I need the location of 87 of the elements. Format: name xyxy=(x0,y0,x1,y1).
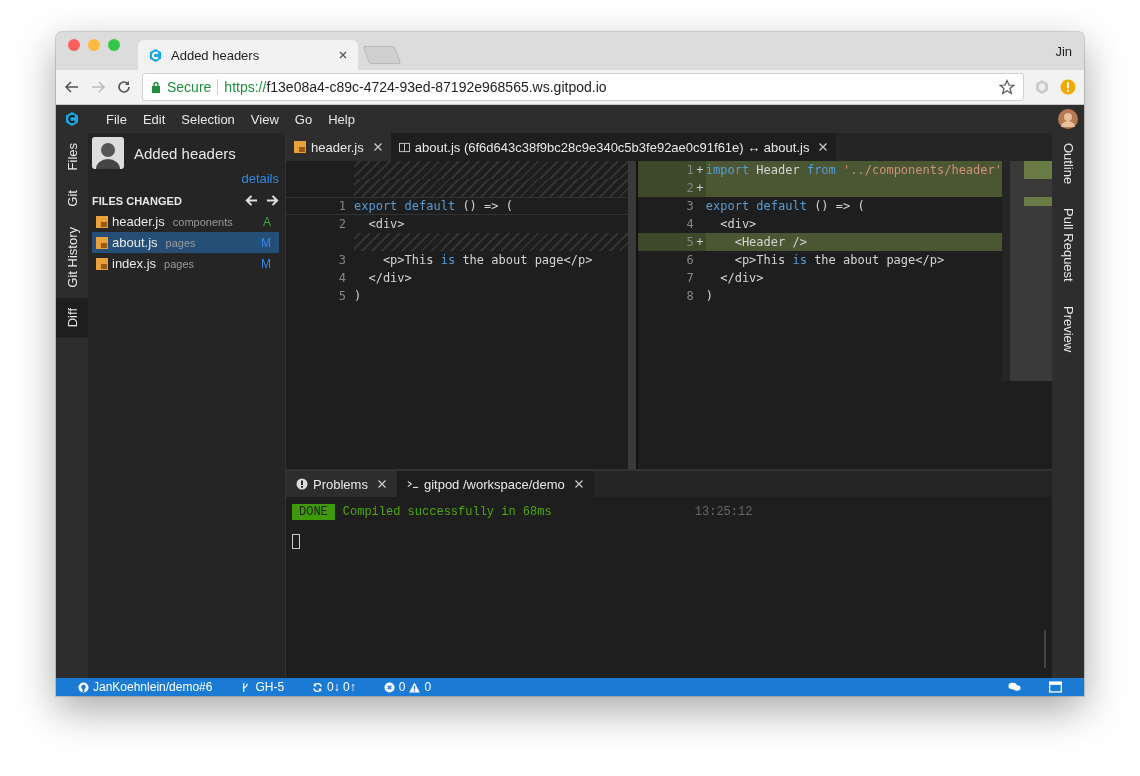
line-number: 4 xyxy=(686,217,694,231)
scrollbar[interactable] xyxy=(627,161,636,469)
line-number: 2 xyxy=(338,217,346,231)
problems-status[interactable]: 0 0 xyxy=(383,680,432,694)
side-tab[interactable]: Git xyxy=(56,180,88,218)
warning-icon xyxy=(409,681,421,693)
code-line: ) xyxy=(705,289,713,303)
menu-item[interactable]: View xyxy=(242,111,287,127)
js-file-icon xyxy=(96,236,108,249)
branch-status[interactable]: GH-5 xyxy=(240,680,285,694)
code-line: <p>This is the about page</p> xyxy=(733,253,945,267)
menu-item[interactable]: File xyxy=(98,111,135,127)
done-badge: DONE xyxy=(292,504,335,520)
added-marker: + xyxy=(696,235,704,249)
menu-item[interactable]: Go xyxy=(286,111,321,127)
section-title: FILES CHANGED xyxy=(92,194,183,207)
panel-tab[interactable]: Problems xyxy=(286,471,397,497)
error-icon xyxy=(383,681,395,693)
panel-toggle-icon[interactable] xyxy=(1049,681,1062,693)
menu-item[interactable]: Help xyxy=(320,111,363,127)
left-arrow-icon[interactable] xyxy=(245,194,258,207)
code-line: </div> xyxy=(367,271,412,285)
code-line: <div> xyxy=(719,217,757,231)
hexagon-logo-icon[interactable] xyxy=(64,111,80,127)
info-icon xyxy=(296,478,308,490)
terminal-message: Compiled successfully in 68ms xyxy=(342,505,553,519)
changed-file-row[interactable]: index.js pages M xyxy=(92,253,279,274)
sync-status[interactable]: 0↓ 0↑ xyxy=(312,680,356,694)
side-tab[interactable]: Files xyxy=(56,133,88,181)
close-icon[interactable] xyxy=(338,50,348,60)
github-icon xyxy=(78,681,89,693)
editor-tab[interactable]: header.js xyxy=(286,133,391,161)
line-number: 3 xyxy=(338,253,346,267)
line-number: 5 xyxy=(338,289,346,303)
menu-item[interactable]: Selection xyxy=(173,111,243,127)
line-number: 3 xyxy=(686,199,694,213)
code-line: ) xyxy=(354,289,362,303)
profile-name[interactable]: Jin xyxy=(1055,44,1072,59)
side-tab[interactable]: Diff xyxy=(56,297,88,337)
right-arrow-icon[interactable] xyxy=(266,194,279,207)
line-number: 8 xyxy=(686,289,694,303)
repository-status[interactable]: JanKoehnlein/demo#6 xyxy=(78,680,213,694)
line-number: 7 xyxy=(686,271,694,285)
chat-icon[interactable] xyxy=(1008,681,1021,693)
details-link[interactable]: details xyxy=(241,171,279,186)
address-bar[interactable]: Secure https://f13e08a4-c89c-4724-93ed-87192e968565.ws.gitpod.io xyxy=(142,73,1024,101)
line-number: 2 xyxy=(686,181,694,195)
changed-file-row[interactable]: header.js components A xyxy=(92,211,279,232)
reload-icon[interactable] xyxy=(116,79,132,95)
code-line: <div> xyxy=(367,217,405,231)
line-number: 1 xyxy=(686,163,694,177)
line-number: 6 xyxy=(686,253,694,267)
terminal-cursor xyxy=(292,534,300,549)
code-line: </div> xyxy=(719,271,764,285)
avatar xyxy=(92,137,124,169)
editor-tab[interactable]: about.js (6f6d643c38f9bc28c9e340c5b3fe92ae0c91f61e) ↔ about.js xyxy=(390,133,837,161)
code-line: <Header /> xyxy=(733,235,807,249)
panel-tab[interactable]: gitpod /workspace/demo xyxy=(396,471,594,497)
js-file-icon xyxy=(96,257,108,270)
timestamp: 13:25:12 xyxy=(694,505,753,519)
added-marker: + xyxy=(696,181,704,195)
lock-icon xyxy=(151,81,161,93)
browser-tab[interactable]: Added headers xyxy=(138,40,358,70)
side-tab[interactable]: Pull Request xyxy=(1052,198,1084,296)
code-line: export default () => ( xyxy=(354,199,513,213)
commit-title: Added headers xyxy=(134,144,236,162)
js-file-icon xyxy=(96,215,108,228)
avatar[interactable] xyxy=(1058,109,1078,129)
star-icon[interactable] xyxy=(999,79,1015,95)
split-view-icon xyxy=(398,141,410,153)
hexagon-logo-icon xyxy=(148,47,163,63)
changed-file-row[interactable]: about.js pages M xyxy=(92,232,279,253)
line-number: 1 xyxy=(338,199,346,213)
code-line: import Header from '../components/header' xyxy=(705,163,1002,177)
side-tab[interactable]: Git History xyxy=(56,217,88,298)
line-number: 4 xyxy=(338,271,346,285)
sync-icon xyxy=(312,681,324,693)
menu-item[interactable]: Edit xyxy=(134,111,174,127)
terminal-icon xyxy=(406,478,419,490)
side-tab[interactable]: Outline xyxy=(1052,133,1084,199)
code-line: <p>This is the about page</p> xyxy=(381,253,593,267)
code-line: export default () => ( xyxy=(705,199,865,213)
added-marker: + xyxy=(696,163,704,177)
js-file-icon xyxy=(294,141,306,153)
side-tab[interactable]: Preview xyxy=(1052,295,1084,367)
back-arrow-icon[interactable] xyxy=(64,79,80,95)
line-number: 5 xyxy=(686,235,694,249)
